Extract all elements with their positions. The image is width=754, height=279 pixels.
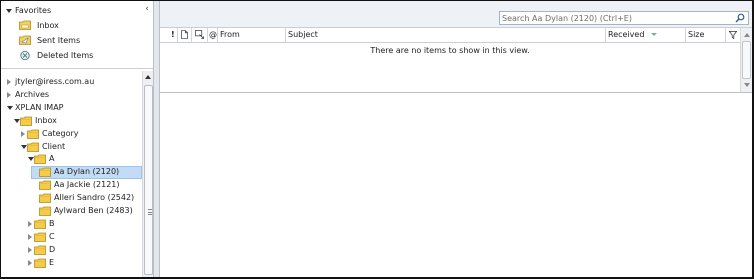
tree-item[interactable]: XPLAN IMAP (1, 102, 142, 115)
folder-icon (34, 245, 46, 255)
collapse-arrow-icon[interactable] (7, 105, 13, 110)
folder-icon (34, 154, 46, 165)
expand-arrow-icon[interactable] (28, 259, 32, 266)
tree-item-label: Aa Dylan (2120) (54, 167, 120, 177)
inbox-folder-icon (19, 20, 31, 30)
folder-icon (34, 219, 46, 229)
favorites-title: Favorites (15, 6, 52, 15)
message-list: ! @ From Subject Received Size There a (160, 1, 752, 93)
tree-item[interactable]: Inbox (1, 115, 142, 128)
tree-item[interactable]: B (1, 218, 142, 231)
favorites-header[interactable]: Favorites (1, 3, 153, 19)
folder-icon (27, 142, 39, 152)
navigation-pane: Favorites ‹ Inbox Sent Items Deleted Ite… (1, 1, 153, 277)
flag-status-icon (195, 30, 204, 39)
folder-icon (39, 180, 51, 191)
search-input[interactable] (502, 12, 734, 24)
tree-item[interactable]: Alleri Sandro (2542) (1, 192, 142, 205)
scroll-up-arrow-icon[interactable] (744, 33, 750, 37)
tree-item[interactable]: Archives (1, 89, 142, 102)
tree-item[interactable]: D (1, 244, 142, 257)
folder-tree-scrollbar[interactable] (142, 71, 153, 277)
tree-item-label: Category (42, 128, 79, 138)
sort-descending-icon (651, 33, 657, 36)
column-headers: ! @ From Subject Received Size (160, 28, 740, 43)
column-filter[interactable] (726, 28, 740, 42)
folder-icon (39, 193, 51, 203)
column-flag-status[interactable] (192, 28, 208, 42)
column-attachment[interactable]: @ (208, 28, 218, 42)
empty-list-message: There are no items to show in this view. (370, 46, 530, 55)
tree-item-label: E (49, 257, 55, 267)
expand-arrow-icon[interactable] (28, 246, 32, 253)
tree-item[interactable]: E (1, 257, 142, 270)
scroll-down-arrow-icon[interactable] (744, 83, 750, 87)
tree-item-label: Archives (15, 89, 50, 99)
expand-arrow-icon[interactable] (28, 233, 32, 240)
tree-item-label: jtyler@iress.com.au (15, 77, 95, 86)
tree-item-label: Alleri Sandro (2542) (54, 193, 135, 203)
tree-item[interactable]: C (1, 231, 142, 244)
favorite-label: Deleted Items (37, 51, 94, 60)
folder-tree: jtyler@iress.com.au Archives XPLAN IMAP Inb… (1, 71, 142, 277)
tree-item[interactable]: Aa Jackie (2121) (1, 179, 142, 192)
tree-item[interactable]: Aa Dylan (2120) (1, 166, 142, 180)
deleted-items-icon (20, 50, 30, 60)
favorite-item-sent-items[interactable]: Sent Items (19, 34, 149, 48)
reading-pane (160, 94, 752, 277)
column-from[interactable]: From (218, 28, 286, 42)
document-icon (181, 30, 188, 39)
search-icon[interactable] (735, 13, 745, 23)
tree-item-label: C (49, 231, 55, 241)
tree-item-label: B (49, 218, 55, 228)
tree-item[interactable]: jtyler@iress.com.au (1, 76, 142, 89)
tree-item[interactable]: Client (1, 141, 142, 154)
minimize-nav-pane-button[interactable]: ‹ (142, 3, 152, 15)
expand-arrow-icon[interactable] (28, 220, 32, 227)
folder-icon (39, 206, 51, 216)
column-subject[interactable]: Subject (286, 28, 606, 42)
scrollbar-grip-icon (148, 209, 152, 215)
favorite-label: Sent Items (37, 36, 81, 45)
tree-item[interactable]: A (1, 153, 142, 166)
tree-item-label: Client (42, 141, 66, 151)
favorite-label: Inbox (37, 21, 59, 30)
folder-icon (39, 167, 51, 178)
nav-separator (1, 68, 153, 69)
column-size[interactable]: Size (686, 28, 726, 42)
scroll-up-arrow-icon[interactable] (145, 75, 151, 79)
column-icon[interactable] (178, 28, 192, 42)
expand-arrow-icon[interactable] (21, 130, 25, 137)
favorite-item-inbox[interactable]: Inbox (19, 19, 149, 33)
tree-item[interactable]: Aylward Ben (2483) (1, 205, 142, 218)
inbox-folder-icon (20, 116, 32, 126)
search-bar (160, 1, 752, 28)
tree-item-label: Aa Jackie (2121) (54, 180, 120, 190)
tree-item-label: A (49, 154, 55, 164)
scrollbar-thumb[interactable] (144, 85, 153, 275)
folder-icon (34, 232, 46, 242)
column-importance[interactable]: ! (170, 28, 178, 42)
tree-item-label: XPLAN IMAP (15, 102, 64, 112)
scrollbar-thumb[interactable] (742, 41, 751, 79)
column-received[interactable]: Received (606, 28, 686, 42)
expand-arrow-icon[interactable] (7, 91, 11, 98)
favorite-item-deleted-items[interactable]: Deleted Items (19, 49, 149, 63)
expand-arrow-icon[interactable] (7, 79, 11, 85)
tree-item-label: Inbox (35, 115, 57, 125)
tree-item-label: D (49, 244, 56, 254)
tree-item[interactable]: Category (1, 128, 142, 141)
folder-icon (34, 258, 46, 268)
instant-search-box[interactable] (499, 11, 749, 25)
filter-icon (729, 31, 737, 39)
collapse-triangle-icon[interactable] (6, 9, 12, 13)
folder-icon (27, 129, 39, 139)
pane-splitter[interactable] (153, 1, 160, 277)
sent-items-icon (19, 35, 31, 45)
message-list-scrollbar[interactable] (740, 28, 752, 92)
column-received-label: Received (608, 30, 645, 39)
tree-item-label: Aylward Ben (2483) (54, 206, 133, 215)
